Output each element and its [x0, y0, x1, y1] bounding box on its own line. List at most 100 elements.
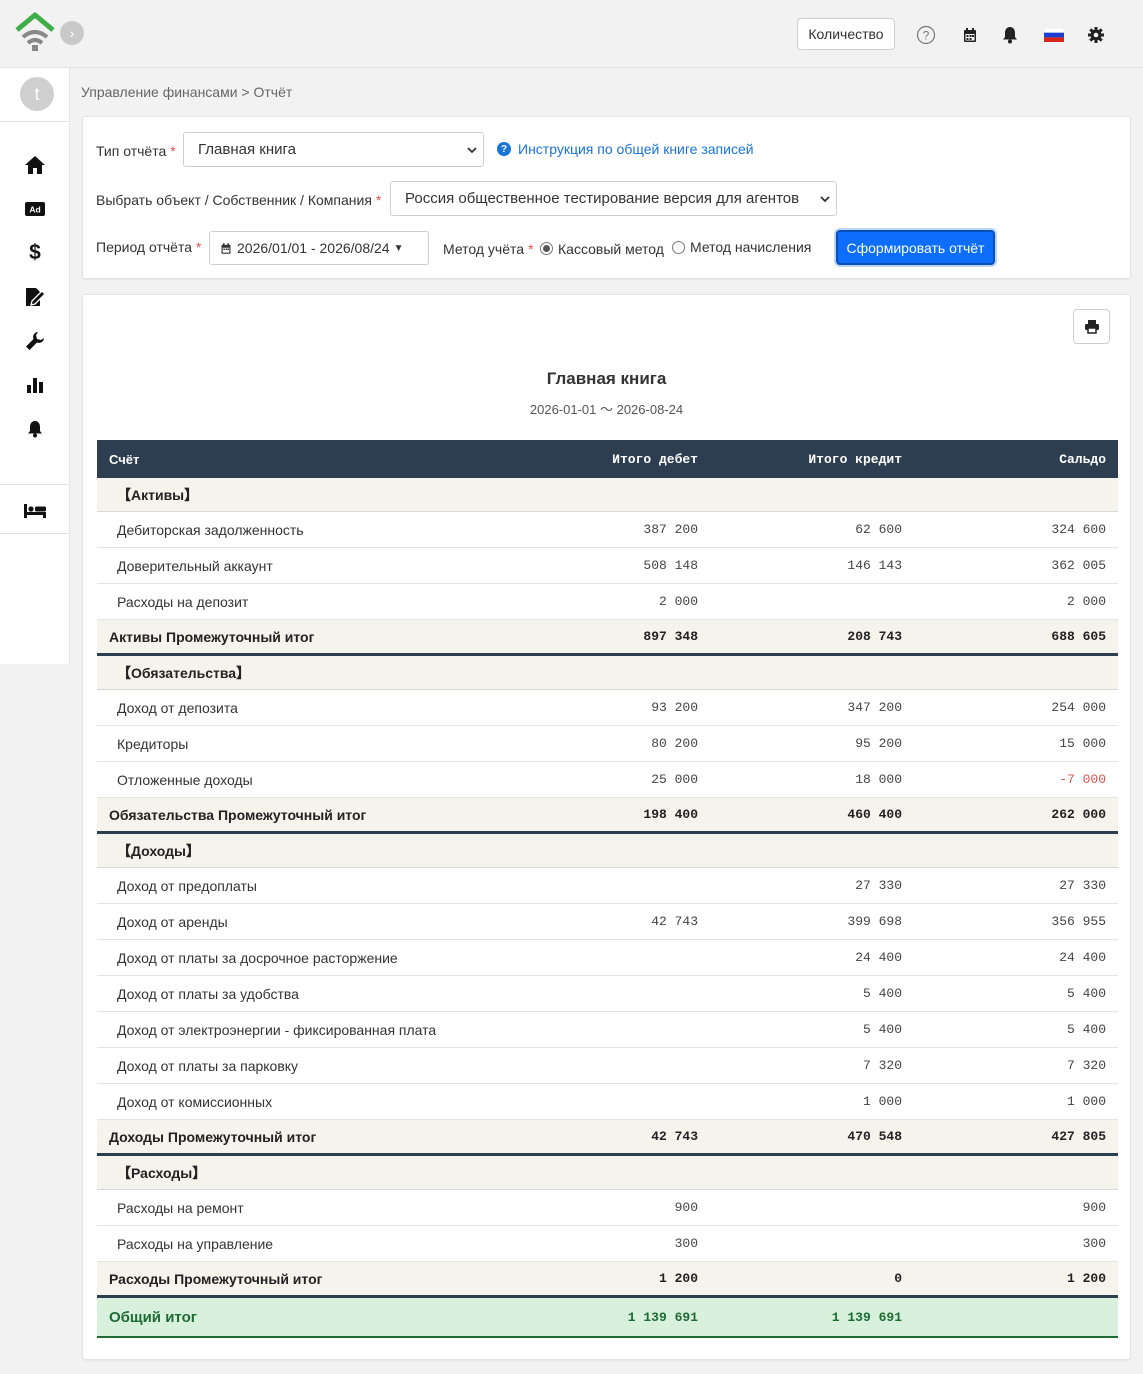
- subtotal-credit: 0: [894, 1271, 902, 1286]
- debit-value: 508 148: [643, 558, 698, 573]
- account-name: Доход от платы за досрочное расторжение: [117, 949, 398, 966]
- credit-value: 24 400: [855, 950, 902, 965]
- subtotal-balance: 1 200: [1066, 1271, 1106, 1286]
- gear-icon[interactable]: [1085, 24, 1107, 46]
- account-name: Доход от аренды: [117, 913, 228, 930]
- account-name: Доход от комиссионных: [117, 1093, 273, 1110]
- object-label: Выбрать объект / Собственник / Компания *: [96, 192, 382, 208]
- credit-value: 5 400: [862, 986, 902, 1001]
- credit-value: 1 000: [862, 1094, 902, 1109]
- report-filter-panel: Тип отчёта * Главная книга ? Инструкция п…: [82, 116, 1131, 279]
- contract-icon[interactable]: [23, 285, 47, 309]
- credit-value: 18 000: [855, 772, 902, 787]
- ad-icon[interactable]: Ad: [23, 197, 47, 221]
- balance-value: 5 400: [1066, 1022, 1106, 1037]
- debit-value: 2 000: [658, 594, 698, 609]
- print-button[interactable]: [1073, 309, 1110, 344]
- subtotal-label: Активы Промежуточный итог: [109, 628, 315, 645]
- balance-value: 2 000: [1066, 594, 1106, 609]
- grand-total-debit: 1 139 691: [627, 1309, 698, 1325]
- method-cash-radio[interactable]: Кассовый метод: [540, 239, 664, 257]
- svg-text:?: ?: [923, 29, 930, 43]
- balance-value: 356 955: [1051, 914, 1106, 929]
- account-name: Доход от платы за удобства: [117, 985, 299, 1002]
- balance-value: 362 005: [1051, 558, 1106, 573]
- table-row: Расходы на управление 300 300: [97, 1226, 1118, 1262]
- home-icon[interactable]: [23, 153, 47, 177]
- grand-total-label: Общий итог: [109, 1308, 197, 1326]
- subtotal-debit: 897 348: [643, 629, 698, 644]
- subtotal-row: Доходы Промежуточный итог 42 743 470 548 42…: [97, 1120, 1118, 1156]
- chevron-down-icon: [820, 190, 830, 207]
- table-row: Дебиторская задолженность 387 200 62 600 32…: [97, 512, 1118, 548]
- subtotal-label: Обязательства Промежуточный итог: [109, 806, 367, 823]
- debit-value: 80 200: [651, 736, 698, 751]
- table-row: Доход от платы за удобства 5 400 5 400: [97, 976, 1118, 1012]
- report-type-label: Тип отчёта *: [96, 143, 176, 159]
- section-header: 【Доходы】: [97, 834, 1118, 868]
- table-row: Доход от аренды 42 743 399 698 356 955: [97, 904, 1118, 940]
- report-title: Главная книга: [546, 369, 667, 388]
- table-header: Счёт Итого дебет Итого кредит Сальдо: [97, 440, 1118, 478]
- credit-value: 146 143: [847, 558, 902, 573]
- balance-value: 27 330: [1059, 878, 1106, 893]
- credit-value: 27 330: [855, 878, 902, 893]
- section-header: 【Обязательства】: [97, 656, 1118, 690]
- svg-text:Ad: Ad: [29, 205, 40, 215]
- credit-value: 7 320: [862, 1058, 902, 1073]
- bed-icon[interactable]: [23, 499, 47, 523]
- top-bar: › Количество ?: [0, 0, 1143, 68]
- account-name: Расходы на управление: [117, 1235, 274, 1252]
- avatar[interactable]: t: [20, 77, 54, 111]
- sidebar: t Ad $: [0, 68, 70, 664]
- calendar-icon[interactable]: [959, 24, 981, 46]
- accounting-method-label: Метод учёта *: [443, 241, 534, 257]
- help-icon[interactable]: ?: [915, 24, 937, 46]
- period-date-range-picker[interactable]: 2026/01/01 - 2026/08/24 ▼: [209, 231, 429, 265]
- table-row: Доход от предоплаты 27 330 27 330: [97, 868, 1118, 904]
- balance-value: 324 600: [1051, 522, 1106, 537]
- debit-value: 900: [674, 1200, 698, 1215]
- radio-unselected[interactable]: [672, 240, 685, 254]
- wrench-icon[interactable]: [23, 329, 47, 353]
- ledger-table: Счёт Итого дебет Итого кредит Сальдо 【Ак…: [97, 440, 1118, 1338]
- balance-value: 24 400: [1059, 950, 1106, 965]
- subtotal-row: Расходы Промежуточный итог 1 200 0 1 200: [97, 1262, 1118, 1298]
- subtotal-debit: 1 200: [658, 1271, 698, 1286]
- table-row: Расходы на депозит 2 000 2 000: [97, 584, 1118, 620]
- print-icon: [1084, 320, 1099, 334]
- subtotal-credit: 470 548: [847, 1129, 902, 1144]
- period-label: Период отчёта *: [96, 239, 202, 255]
- report-type-select[interactable]: Главная книга: [183, 132, 484, 167]
- chevron-down-icon: [467, 141, 477, 158]
- subtotal-debit: 42 743: [651, 1129, 698, 1144]
- quantity-button[interactable]: Количество: [797, 18, 895, 50]
- logo-icon[interactable]: [14, 12, 56, 52]
- section-title: 【Расходы】: [117, 1164, 207, 1181]
- column-credit: Итого кредит: [808, 451, 902, 467]
- ledger-instruction-link[interactable]: ? Инструкция по общей книге записей: [497, 141, 754, 157]
- account-name: Доход от депозита: [117, 699, 238, 716]
- subtotal-label: Доходы Промежуточный итог: [109, 1128, 317, 1145]
- method-accrual-radio[interactable]: Метод начисления: [672, 239, 811, 257]
- credit-value: 399 698: [847, 914, 902, 929]
- generate-report-button[interactable]: Сформировать отчёт: [836, 230, 995, 265]
- dollar-icon[interactable]: $: [23, 241, 47, 265]
- subtotal-credit: 460 400: [847, 807, 902, 822]
- balance-value: 300: [1082, 1236, 1106, 1251]
- table-row: Кредиторы 80 200 95 200 15 000: [97, 726, 1118, 762]
- breadcrumb: Управление финансами > Отчёт: [81, 84, 293, 100]
- section-title: 【Обязательства】: [117, 664, 251, 681]
- section-header: 【Расходы】: [97, 1156, 1118, 1190]
- balance-value: 5 400: [1066, 986, 1106, 1001]
- radio-selected[interactable]: [540, 242, 553, 255]
- table-row: Доход от электроэнергии - фиксированная …: [97, 1012, 1118, 1048]
- subtotal-row: Активы Промежуточный итог 897 348 208 743 6…: [97, 620, 1118, 656]
- bell-icon[interactable]: [999, 24, 1021, 46]
- object-select[interactable]: Россия общественное тестирование версия …: [390, 181, 837, 216]
- russia-flag-icon[interactable]: [1043, 24, 1065, 46]
- divider: [0, 484, 70, 485]
- bell-icon[interactable]: [23, 417, 47, 441]
- expand-sidebar-button[interactable]: ›: [60, 21, 84, 45]
- bar-chart-icon[interactable]: [23, 373, 47, 397]
